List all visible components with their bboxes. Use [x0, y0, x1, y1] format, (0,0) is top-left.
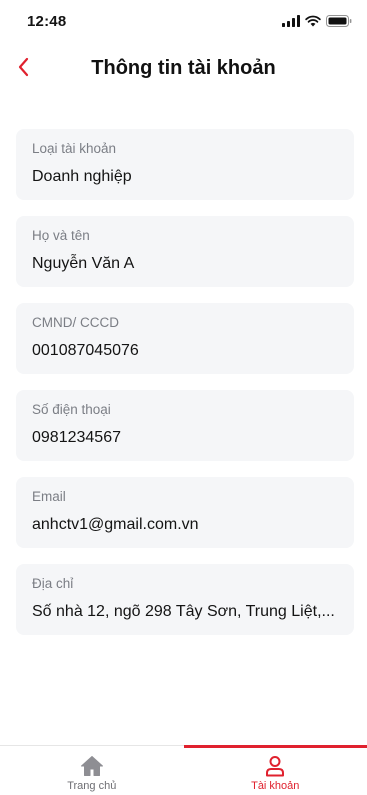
address-field[interactable]: Địa chỉ Số nhà 12, ngõ 298 Tây Sơn, Trun… [16, 564, 354, 635]
tab-account[interactable]: Tài khoản [183, 745, 367, 795]
email-field[interactable]: Email anhctv1@gmail.com.vn [16, 477, 354, 548]
field-label: Email [32, 489, 66, 504]
status-time: 12:48 [27, 13, 67, 30]
page-title: Thông tin tài khoản [91, 57, 276, 79]
field-value: Doanh nghiệp [32, 168, 132, 185]
account-type-field[interactable]: Loại tài khoản Doanh nghiệp [16, 129, 354, 200]
tab-home[interactable]: Trang chủ [0, 746, 184, 795]
wifi-icon [305, 15, 321, 27]
tab-account-label: Tài khoản [251, 780, 300, 792]
full-name-field[interactable]: Họ và tên Nguyễn Văn A [16, 216, 354, 287]
field-label: Số điện thoại [32, 402, 111, 417]
id-number-field[interactable]: CMND/ CCCD 001087045076 [16, 303, 354, 374]
field-label: Loại tài khoản [32, 141, 117, 156]
home-icon [80, 755, 104, 777]
account-field-list: Loại tài khoản Doanh nghiệp Họ và tên Ng… [16, 129, 354, 651]
field-value: 0981234567 [32, 429, 121, 446]
field-label: CMND/ CCCD [32, 315, 119, 330]
field-value: Số nhà 12, ngõ 298 Tây Sơn, Trung Liệt,.… [32, 603, 335, 620]
active-tab-indicator [183, 745, 367, 748]
signal-icon [282, 15, 300, 27]
header: Thông tin tài khoản [0, 44, 367, 94]
field-label: Họ và tên [32, 228, 90, 243]
battery-icon [326, 15, 352, 27]
status-icons [282, 15, 352, 27]
user-icon [264, 755, 286, 777]
field-value: 001087045076 [32, 342, 139, 359]
phone-field[interactable]: Số điện thoại 0981234567 [16, 390, 354, 461]
tab-home-label: Trang chủ [67, 780, 117, 792]
status-bar: 12:48 [0, 0, 367, 44]
field-label: Địa chỉ [32, 576, 74, 591]
account-info-screen: 12:48 Thông tin tài khoản Loại tài khoản… [0, 0, 367, 795]
field-value: Nguyễn Văn A [32, 255, 135, 272]
bottom-tab-bar: Trang chủ Tài khoản [0, 745, 367, 795]
field-value: anhctv1@gmail.com.vn [32, 516, 199, 533]
